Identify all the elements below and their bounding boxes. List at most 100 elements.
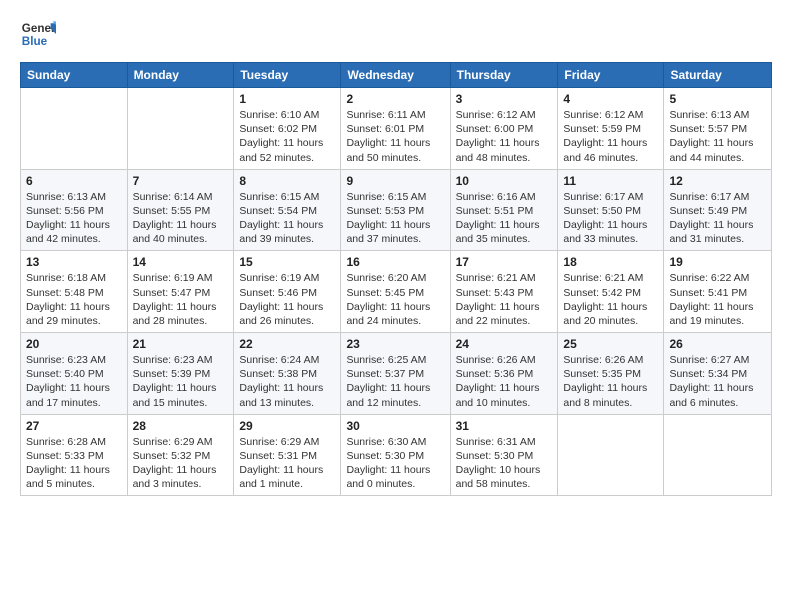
cell-day-number: 7 [133, 174, 229, 188]
cell-info: Sunrise: 6:23 AM Sunset: 5:40 PM Dayligh… [26, 353, 122, 410]
calendar-cell: 6 Sunrise: 6:13 AM Sunset: 5:56 PM Daylig… [21, 169, 128, 251]
calendar-page: General Blue SundayMondayTuesdayWednesda… [0, 0, 792, 612]
cell-day-number: 10 [456, 174, 553, 188]
cell-info: Sunrise: 6:19 AM Sunset: 5:46 PM Dayligh… [239, 271, 335, 328]
calendar-week-4: 20 Sunrise: 6:23 AM Sunset: 5:40 PM Dayli… [21, 333, 772, 415]
cell-day-number: 6 [26, 174, 122, 188]
cell-day-number: 18 [563, 255, 658, 269]
calendar-cell [127, 88, 234, 170]
column-header-tuesday: Tuesday [234, 63, 341, 88]
column-header-monday: Monday [127, 63, 234, 88]
cell-day-number: 27 [26, 419, 122, 433]
calendar-cell: 15Sunrise: 6:19 AM Sunset: 5:46 PM Dayli… [234, 251, 341, 333]
calendar-cell: 20 Sunrise: 6:23 AM Sunset: 5:40 PM Dayli… [21, 333, 128, 415]
calendar-cell: 29 Sunrise: 6:29 AM Sunset: 5:31 PM Dayli… [234, 414, 341, 496]
cell-info: Sunrise: 6:26 AM Sunset: 5:36 PM Dayligh… [456, 353, 553, 410]
cell-info: Sunrise: 6:30 AM Sunset: 5:30 PM Dayligh… [346, 435, 444, 492]
cell-day-number: 23 [346, 337, 444, 351]
cell-info: Sunrise: 6:18 AM Sunset: 5:48 PM Dayligh… [26, 271, 122, 328]
cell-day-number: 24 [456, 337, 553, 351]
column-header-friday: Friday [558, 63, 664, 88]
calendar-cell: 17 Sunrise: 6:21 AM Sunset: 5:43 PM Dayli… [450, 251, 558, 333]
cell-day-number: 22 [239, 337, 335, 351]
calendar-cell: 10Sunrise: 6:16 AM Sunset: 5:51 PM Dayli… [450, 169, 558, 251]
cell-info: Sunrise: 6:25 AM Sunset: 5:37 PM Dayligh… [346, 353, 444, 410]
cell-day-number: 14 [133, 255, 229, 269]
column-header-thursday: Thursday [450, 63, 558, 88]
cell-info: Sunrise: 6:21 AM Sunset: 5:42 PM Dayligh… [563, 271, 658, 328]
cell-info: Sunrise: 6:19 AM Sunset: 5:47 PM Dayligh… [133, 271, 229, 328]
svg-text:Blue: Blue [22, 35, 48, 48]
cell-info: Sunrise: 6:15 AM Sunset: 5:53 PM Dayligh… [346, 190, 444, 247]
calendar-cell: 5 Sunrise: 6:13 AM Sunset: 5:57 PM Daylig… [664, 88, 772, 170]
cell-info: Sunrise: 6:27 AM Sunset: 5:34 PM Dayligh… [669, 353, 766, 410]
cell-day-number: 4 [563, 92, 658, 106]
calendar-cell: 7 Sunrise: 6:14 AM Sunset: 5:55 PM Daylig… [127, 169, 234, 251]
cell-day-number: 29 [239, 419, 335, 433]
calendar-cell: 31 Sunrise: 6:31 AM Sunset: 5:30 PM Dayli… [450, 414, 558, 496]
calendar-week-5: 27 Sunrise: 6:28 AM Sunset: 5:33 PM Dayli… [21, 414, 772, 496]
calendar-cell: 25Sunrise: 6:26 AM Sunset: 5:35 PM Dayli… [558, 333, 664, 415]
cell-info: Sunrise: 6:13 AM Sunset: 5:57 PM Dayligh… [669, 108, 766, 165]
calendar-table: SundayMondayTuesdayWednesdayThursdayFrid… [20, 62, 772, 496]
cell-info: Sunrise: 6:11 AM Sunset: 6:01 PM Dayligh… [346, 108, 444, 165]
calendar-cell: 14 Sunrise: 6:19 AM Sunset: 5:47 PM Dayli… [127, 251, 234, 333]
calendar-cell: 22 Sunrise: 6:24 AM Sunset: 5:38 PM Dayli… [234, 333, 341, 415]
cell-info: Sunrise: 6:26 AM Sunset: 5:35 PM Dayligh… [563, 353, 658, 410]
calendar-cell: 9 Sunrise: 6:15 AM Sunset: 5:53 PM Daylig… [341, 169, 450, 251]
calendar-cell: 3 Sunrise: 6:12 AM Sunset: 6:00 PM Daylig… [450, 88, 558, 170]
calendar-cell: 8 Sunrise: 6:15 AM Sunset: 5:54 PM Daylig… [234, 169, 341, 251]
calendar-cell: 18 Sunrise: 6:21 AM Sunset: 5:42 PM Dayli… [558, 251, 664, 333]
calendar-cell: 26 Sunrise: 6:27 AM Sunset: 5:34 PM Dayli… [664, 333, 772, 415]
cell-info: Sunrise: 6:31 AM Sunset: 5:30 PM Dayligh… [456, 435, 553, 492]
cell-day-number: 16 [346, 255, 444, 269]
cell-day-number: 3 [456, 92, 553, 106]
cell-info: Sunrise: 6:20 AM Sunset: 5:45 PM Dayligh… [346, 271, 444, 328]
cell-day-number: 28 [133, 419, 229, 433]
calendar-cell: 28 Sunrise: 6:29 AM Sunset: 5:32 PM Dayli… [127, 414, 234, 496]
cell-info: Sunrise: 6:28 AM Sunset: 5:33 PM Dayligh… [26, 435, 122, 492]
cell-day-number: 9 [346, 174, 444, 188]
cell-day-number: 1 [239, 92, 335, 106]
cell-info: Sunrise: 6:21 AM Sunset: 5:43 PM Dayligh… [456, 271, 553, 328]
cell-day-number: 20 [26, 337, 122, 351]
cell-day-number: 26 [669, 337, 766, 351]
calendar-cell: 13 Sunrise: 6:18 AM Sunset: 5:48 PM Dayli… [21, 251, 128, 333]
cell-day-number: 8 [239, 174, 335, 188]
cell-day-number: 5 [669, 92, 766, 106]
column-header-saturday: Saturday [664, 63, 772, 88]
cell-info: Sunrise: 6:23 AM Sunset: 5:39 PM Dayligh… [133, 353, 229, 410]
cell-info: Sunrise: 6:22 AM Sunset: 5:41 PM Dayligh… [669, 271, 766, 328]
calendar-week-1: 1Sunrise: 6:10 AM Sunset: 6:02 PM Daylig… [21, 88, 772, 170]
cell-info: Sunrise: 6:17 AM Sunset: 5:49 PM Dayligh… [669, 190, 766, 247]
cell-day-number: 13 [26, 255, 122, 269]
calendar-cell: 4 Sunrise: 6:12 AM Sunset: 5:59 PM Daylig… [558, 88, 664, 170]
cell-info: Sunrise: 6:24 AM Sunset: 5:38 PM Dayligh… [239, 353, 335, 410]
cell-day-number: 31 [456, 419, 553, 433]
calendar-cell: 30 Sunrise: 6:30 AM Sunset: 5:30 PM Dayli… [341, 414, 450, 496]
calendar-cell [558, 414, 664, 496]
calendar-cell: 11Sunrise: 6:17 AM Sunset: 5:50 PM Dayli… [558, 169, 664, 251]
cell-info: Sunrise: 6:29 AM Sunset: 5:32 PM Dayligh… [133, 435, 229, 492]
calendar-header-row: SundayMondayTuesdayWednesdayThursdayFrid… [21, 63, 772, 88]
cell-info: Sunrise: 6:13 AM Sunset: 5:56 PM Dayligh… [26, 190, 122, 247]
cell-info: Sunrise: 6:29 AM Sunset: 5:31 PM Dayligh… [239, 435, 335, 492]
calendar-cell: 27 Sunrise: 6:28 AM Sunset: 5:33 PM Dayli… [21, 414, 128, 496]
calendar-cell [664, 414, 772, 496]
column-header-sunday: Sunday [21, 63, 128, 88]
calendar-cell: 1Sunrise: 6:10 AM Sunset: 6:02 PM Daylig… [234, 88, 341, 170]
calendar-cell: 2Sunrise: 6:11 AM Sunset: 6:01 PM Daylig… [341, 88, 450, 170]
logo-icon: General Blue [20, 16, 56, 52]
cell-day-number: 12 [669, 174, 766, 188]
cell-info: Sunrise: 6:12 AM Sunset: 5:59 PM Dayligh… [563, 108, 658, 165]
calendar-cell: 12 Sunrise: 6:17 AM Sunset: 5:49 PM Dayli… [664, 169, 772, 251]
cell-day-number: 17 [456, 255, 553, 269]
cell-info: Sunrise: 6:15 AM Sunset: 5:54 PM Dayligh… [239, 190, 335, 247]
header: General Blue [20, 16, 772, 52]
cell-day-number: 21 [133, 337, 229, 351]
cell-info: Sunrise: 6:14 AM Sunset: 5:55 PM Dayligh… [133, 190, 229, 247]
cell-day-number: 19 [669, 255, 766, 269]
cell-day-number: 30 [346, 419, 444, 433]
calendar-cell: 16 Sunrise: 6:20 AM Sunset: 5:45 PM Dayli… [341, 251, 450, 333]
cell-info: Sunrise: 6:12 AM Sunset: 6:00 PM Dayligh… [456, 108, 553, 165]
